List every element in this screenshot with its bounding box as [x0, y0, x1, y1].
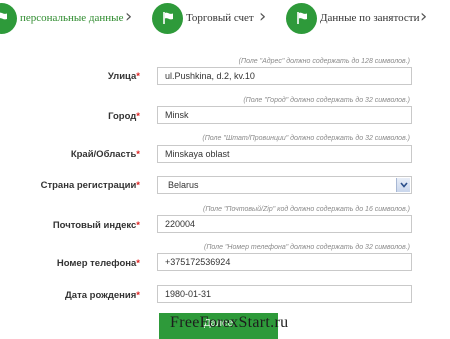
city-hint: (Поле "Город" должно содержать до 32 сим…: [243, 97, 410, 104]
country-select-value: Belarus: [168, 180, 199, 190]
step-trading-account[interactable]: Торговый счет: [152, 2, 254, 34]
step-label: персональные данные: [20, 12, 124, 24]
region-input[interactable]: Minskaya oblast: [157, 145, 412, 163]
region-label: Край/Область*: [70, 149, 140, 160]
postal-input[interactable]: 220004: [157, 215, 412, 233]
postal-label: Почтовый индекс*: [52, 220, 140, 231]
phone-label: Номер телефона*: [56, 258, 140, 269]
region-hint: (Поле "Штат/Провинции" должно содержать …: [202, 135, 410, 142]
chevron-right-icon: ›: [420, 6, 428, 27]
steps-bar: персональные данные › Торговый счет › Да…: [0, 0, 450, 36]
chevron-down-icon[interactable]: [396, 178, 410, 192]
step-personal-data[interactable]: персональные данные: [0, 2, 123, 34]
flag-icon: [152, 2, 183, 34]
watermark: FreeForexStart.ru: [170, 314, 289, 331]
phone-input[interactable]: +375172536924: [157, 253, 412, 271]
city-label: Город*: [108, 111, 140, 122]
postal-hint: (Поле "Почтовый/Zip" код должно содержат…: [203, 206, 410, 213]
flag-icon: [286, 2, 317, 34]
street-input[interactable]: ul.Pushkina, d.2, kv.10: [157, 67, 412, 85]
step-employment-data[interactable]: Данные по занятости: [286, 2, 420, 34]
city-input[interactable]: Minsk: [157, 106, 412, 124]
country-select[interactable]: Belarus: [157, 176, 412, 194]
step-label: Данные по занятости: [320, 12, 420, 24]
street-hint: (Поле "Адрес" должно содержать до 128 си…: [238, 58, 410, 65]
birthdate-input[interactable]: 1980-01-31: [157, 285, 412, 303]
country-label: Страна регистрации*: [40, 180, 140, 191]
chevron-right-icon: ›: [259, 6, 267, 27]
chevron-right-icon: ›: [125, 6, 133, 27]
step-label: Торговый счет: [186, 12, 254, 24]
birthdate-label: Дата рождения*: [65, 290, 140, 301]
phone-hint: (Поле "Номер телефона" должно содержать …: [204, 244, 410, 251]
flag-icon: [0, 2, 17, 34]
street-label: Улица*: [107, 71, 140, 82]
